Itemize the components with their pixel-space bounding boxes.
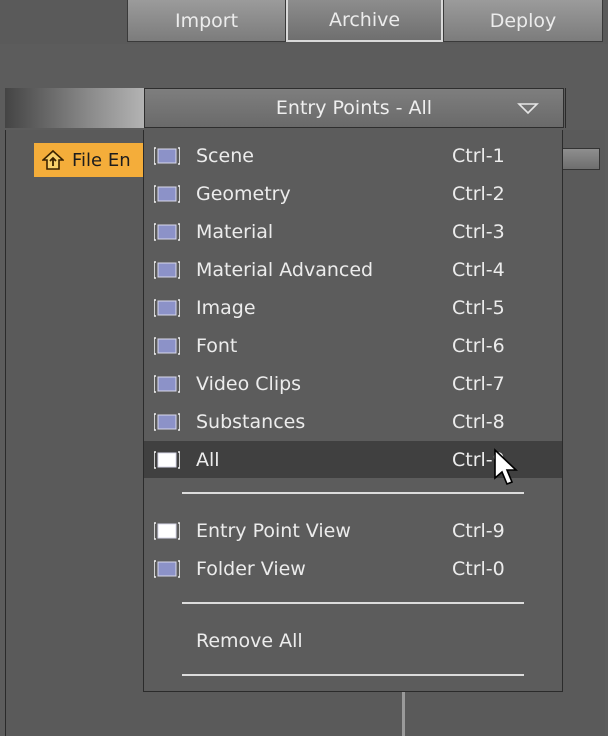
menu-separator xyxy=(182,602,524,604)
checkbox-unchecked-icon xyxy=(153,260,181,280)
menu-item-font[interactable]: Font Ctrl-6 xyxy=(144,327,562,364)
menu-item-shortcut: Ctrl-3 xyxy=(452,220,505,243)
menu-item-label: Material xyxy=(196,220,274,243)
tab-label: Archive xyxy=(328,9,401,31)
menu-item-shortcut: Ctrl-1 xyxy=(452,144,505,167)
menu-item-label: Geometry xyxy=(196,182,291,205)
menu-item-shortcut: Ctrl-0 xyxy=(452,557,505,580)
dropdown-selected-value: Entry Points - All xyxy=(275,97,433,119)
splitter-handle[interactable] xyxy=(402,692,405,736)
checkbox-unchecked-icon xyxy=(153,559,181,579)
checkbox-unchecked-icon xyxy=(153,146,181,166)
menu-item-shortcut: Ctrl-5 xyxy=(452,296,505,319)
file-entry-label: File En xyxy=(72,149,131,171)
checkbox-unchecked-icon xyxy=(153,222,181,242)
menu-item-material[interactable]: Material Ctrl-3 xyxy=(144,213,562,250)
file-entry-tab[interactable]: File En xyxy=(34,143,154,177)
menu-item-label: Material Advanced xyxy=(196,258,374,281)
menu-separator xyxy=(182,492,524,494)
menu-item-image[interactable]: Image Ctrl-5 xyxy=(144,289,562,326)
tab-archive[interactable]: Archive xyxy=(286,0,443,42)
remove-all-label: Remove All xyxy=(196,629,303,652)
remove-all-item[interactable]: Remove All xyxy=(144,622,562,659)
home-up-arrow-icon xyxy=(42,149,64,170)
chevron-down-icon xyxy=(517,103,539,115)
toolbar-gradient-strip xyxy=(5,88,145,128)
menu-item-label: Substances xyxy=(196,410,306,433)
menu-item-shortcut: Ctrl-9 xyxy=(452,519,505,542)
checkbox-unchecked-icon xyxy=(153,298,181,318)
checkbox-unchecked-icon xyxy=(153,336,181,356)
tab-deploy[interactable]: Deploy xyxy=(443,0,603,42)
toolbar-right-area xyxy=(565,88,606,128)
menu-item-label: Folder View xyxy=(196,557,306,580)
menu-item-shortcut: Ctrl-2 xyxy=(452,182,505,205)
menu-item-geometry[interactable]: Geometry Ctrl-2 xyxy=(144,175,562,212)
menu-item-shortcut: Ctrl-6 xyxy=(452,334,505,357)
checkbox-unchecked-icon xyxy=(153,374,181,394)
menu-item-scene[interactable]: Scene Ctrl-1 xyxy=(144,137,562,174)
tab-import[interactable]: Import xyxy=(127,0,286,42)
menu-item-label: Video Clips xyxy=(196,372,302,395)
mouse-pointer-icon xyxy=(494,448,518,486)
menu-item-label: Entry Point View xyxy=(196,519,351,542)
menu-item-label: Font xyxy=(196,334,238,357)
menu-item-material-advanced[interactable]: Material Advanced Ctrl-4 xyxy=(144,251,562,288)
menu-item-shortcut: Ctrl-8 xyxy=(452,410,505,433)
top-tab-bar: Import Archive Deploy xyxy=(0,0,608,44)
menu-item-label: All xyxy=(196,448,220,471)
checkbox-unchecked-icon xyxy=(153,184,181,204)
menu-item-video-clips[interactable]: Video Clips Ctrl-7 xyxy=(144,365,562,402)
tab-label: Deploy xyxy=(489,9,557,32)
menu-item-shortcut: Ctrl-4 xyxy=(452,258,505,281)
menu-separator xyxy=(182,674,524,676)
entry-points-dropdown[interactable]: Entry Points - All xyxy=(144,88,564,128)
menu-item-shortcut: Ctrl-7 xyxy=(452,372,505,395)
tab-label: Import xyxy=(174,9,239,32)
dropdown-menu: Scene Ctrl-1 Geometry Ctrl-2 Material Ctrl-3 M… xyxy=(143,130,563,692)
menu-item-entry-point-view[interactable]: Entry Point View Ctrl-9 xyxy=(144,512,562,549)
checkbox-checked-icon xyxy=(153,450,181,470)
checkbox-checked-icon xyxy=(153,521,181,541)
menu-item-folder-view[interactable]: Folder View Ctrl-0 xyxy=(144,550,562,587)
menu-item-label: Image xyxy=(196,296,256,319)
menu-item-label: Scene xyxy=(196,144,254,167)
menu-item-substances[interactable]: Substances Ctrl-8 xyxy=(144,403,562,440)
checkbox-unchecked-icon xyxy=(153,412,181,432)
